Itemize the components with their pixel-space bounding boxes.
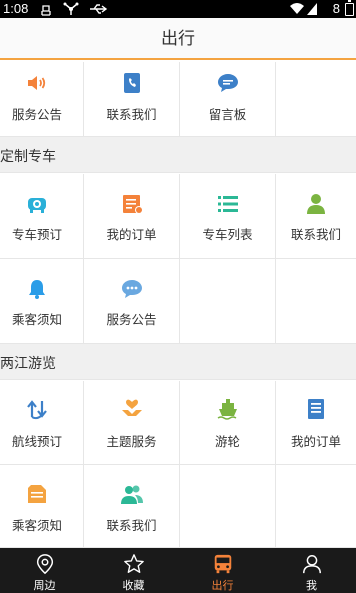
river-tour-row-2: 乘客须知 联系我们 (0, 465, 356, 548)
notice-icon (28, 485, 46, 503)
wifi-icon (290, 3, 304, 14)
status-time: 1:08 (3, 1, 29, 16)
menu-label: 游轮 (214, 435, 240, 449)
route-arrows-icon (27, 400, 47, 420)
star-icon (123, 554, 144, 573)
tab-label: 我 (306, 580, 317, 592)
section-title: 定制专车 (0, 148, 56, 164)
menu-label: 乘客须知 (12, 313, 63, 327)
menu-item-car-list[interactable]: 专车列表 (180, 174, 276, 258)
menu-label: 留言板 (208, 108, 247, 122)
bus-icon (214, 554, 231, 574)
menu-label: 联系我们 (106, 108, 157, 122)
empty-cell (276, 465, 356, 547)
status-bar: 1:08 8 (0, 0, 356, 18)
battery-icon (345, 0, 354, 16)
people-icon (120, 485, 143, 504)
header: 出行 (0, 18, 356, 60)
bottom-tab-bar: 周边 收藏 出行 我 (0, 548, 356, 593)
empty-cell (180, 259, 276, 343)
section-header-custom-car: 定制专车 (0, 137, 356, 173)
menu-label: 我的订单 (106, 228, 157, 242)
menu-item-service-notice-2[interactable]: 服务公告 (84, 259, 180, 343)
menu-item-my-orders[interactable]: 我的订单 (84, 174, 180, 258)
menu-label: 服务公告 (12, 108, 63, 122)
empty-cell (276, 259, 356, 343)
ship-icon (217, 399, 237, 420)
menu-item-car-booking[interactable]: 专车预订 (0, 174, 84, 258)
list-icon (217, 196, 238, 212)
custom-car-row-2: 乘客须知 服务公告 (0, 259, 356, 344)
usb-icon (90, 4, 108, 14)
menu-item-contact-us-2[interactable]: 联系我们 (84, 465, 180, 547)
empty-cell (276, 62, 356, 136)
battery-level: 8 (332, 1, 340, 16)
network-icon (63, 2, 79, 15)
tab-label: 周边 (33, 580, 56, 592)
menu-item-service-notice[interactable]: 服务公告 (0, 62, 84, 136)
section-title: 两江游览 (0, 355, 56, 371)
menu-item-contact-us[interactable]: 联系我们 (276, 174, 356, 258)
order-list-icon (122, 195, 143, 214)
usb-debug-icon (41, 5, 51, 16)
empty-cell (180, 465, 276, 547)
bell-icon (29, 280, 45, 299)
menu-item-route-booking[interactable]: 航线预订 (0, 381, 84, 464)
menu-label: 服务公告 (106, 313, 157, 327)
menu-item-message-board[interactable]: 留言板 (180, 62, 276, 136)
tab-travel[interactable]: 出行 (178, 548, 267, 593)
menu-label: 联系我们 (106, 519, 157, 533)
menu-label: 专车列表 (202, 228, 253, 242)
speaker-icon (28, 76, 46, 90)
signal-icon (307, 3, 317, 15)
river-tour-row-1: 航线预订 主题服务 游轮 我的订单 (0, 381, 356, 465)
top-menu-row: 服务公告 联系我们 留言板 (0, 62, 356, 137)
location-pin-icon (36, 554, 53, 575)
tab-label: 收藏 (122, 580, 145, 592)
menu-label: 航线预订 (12, 435, 63, 449)
menu-item-contact[interactable]: 联系我们 (84, 62, 180, 136)
heart-hands-icon (121, 399, 142, 416)
section-header-river-tour: 两江游览 (0, 344, 356, 380)
menu-item-cruise[interactable]: 游轮 (180, 381, 276, 464)
car-icon (28, 198, 46, 213)
tab-label: 出行 (211, 580, 234, 592)
custom-car-row-1: 专车预订 我的订单 专车列表 联系我们 (0, 174, 356, 259)
chat-dots-icon (121, 280, 142, 298)
menu-label: 联系我们 (290, 228, 341, 242)
page-title: 出行 (161, 29, 195, 48)
menu-item-my-orders-2[interactable]: 我的订单 (276, 381, 356, 464)
tab-favorites[interactable]: 收藏 (89, 548, 178, 593)
menu-item-passenger-notice-2[interactable]: 乘客须知 (0, 465, 84, 547)
menu-label: 我的订单 (290, 435, 341, 449)
tab-me[interactable]: 我 (267, 548, 356, 593)
contact-phone-icon (123, 73, 140, 93)
person-icon (307, 194, 325, 214)
document-icon (308, 399, 324, 419)
menu-label: 专车预订 (12, 228, 63, 242)
menu-label: 主题服务 (106, 435, 157, 449)
user-icon (302, 555, 321, 574)
tab-nearby[interactable]: 周边 (0, 548, 89, 593)
chat-bubble-icon (217, 74, 238, 92)
menu-item-passenger-notice[interactable]: 乘客须知 (0, 259, 84, 343)
menu-label: 乘客须知 (12, 519, 63, 533)
menu-item-theme-service[interactable]: 主题服务 (84, 381, 180, 464)
